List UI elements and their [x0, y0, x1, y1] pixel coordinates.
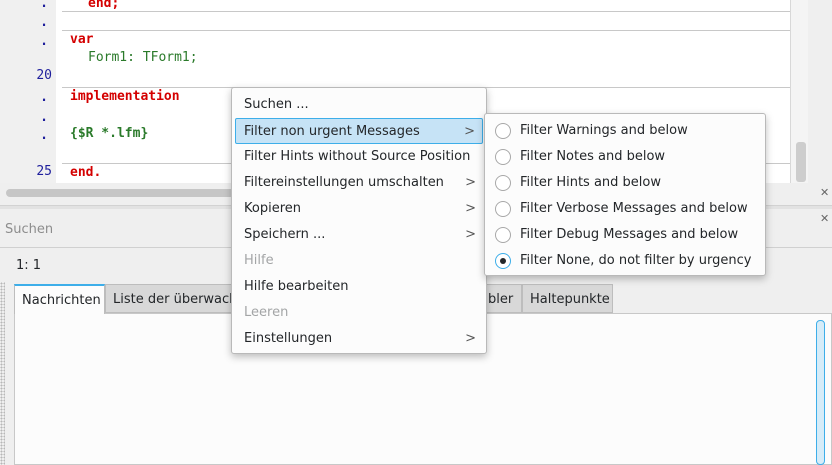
submenu-item-filter-warnings[interactable]: Filter Warnings and below — [485, 118, 765, 144]
code-text: : TForm1; — [127, 50, 198, 65]
menu-item-clear: Leeren — [232, 300, 486, 326]
submenu-item-filter-hints[interactable]: Filter Hints and below — [485, 170, 765, 196]
chevron-right-icon: > — [465, 201, 476, 216]
code-line: implementation — [70, 89, 180, 104]
code-line: {$R *.lfm} — [70, 126, 149, 141]
submenu-item-label: Filter Verbose Messages and below — [520, 201, 748, 216]
menu-item-filter-non-urgent[interactable]: Filter non urgent Messages > — [235, 118, 483, 144]
submenu-item-filter-notes[interactable]: Filter Notes and below — [485, 144, 765, 170]
code-line: Form1: TForm1; — [88, 48, 198, 67]
chevron-right-icon: > — [464, 124, 475, 139]
radio-button[interactable] — [495, 149, 511, 165]
submenu-item-label: Filter Notes and below — [520, 149, 666, 164]
editor-vertical-scroll-thumb[interactable] — [796, 142, 806, 182]
radio-button-checked[interactable] — [495, 253, 511, 269]
tab-breakpoints[interactable]: Haltepunkte — [522, 284, 613, 313]
code-line: var — [70, 32, 94, 47]
gutter-mark: . — [40, 0, 48, 11]
messages-scrollbar[interactable] — [816, 320, 825, 465]
chevron-right-icon: > — [465, 331, 476, 346]
gutter-line-number: 25 — [36, 164, 52, 179]
submenu-item-label: Filter Debug Messages and below — [520, 227, 739, 242]
menu-item-label: Kopieren — [244, 201, 301, 216]
cursor-position: 1: 1 — [16, 258, 42, 273]
submenu-item-label: Filter Warnings and below — [520, 123, 688, 138]
chevron-right-icon: > — [465, 227, 476, 242]
close-icon[interactable]: ✕ — [820, 186, 829, 199]
gutter-mark: . — [40, 128, 48, 143]
menu-item-label: Einstellungen — [244, 331, 333, 346]
menu-item-filter-hints[interactable]: Filter Hints without Source Position — [232, 144, 486, 170]
filter-submenu: Filter Warnings and below Filter Notes a… — [484, 113, 766, 276]
radio-button[interactable] — [495, 175, 511, 191]
menu-item-search[interactable]: Suchen ... — [232, 92, 486, 118]
gutter-mark: . — [40, 34, 48, 49]
submenu-item-filter-none[interactable]: Filter None, do not filter by urgency — [485, 248, 765, 274]
panel-grip-handle[interactable] — [0, 282, 5, 465]
menu-item-settings[interactable]: Einstellungen > — [232, 326, 486, 352]
gutter-line-number: 20 — [36, 68, 52, 83]
submenu-item-label: Filter None, do not filter by urgency — [520, 253, 752, 268]
radio-button[interactable] — [495, 123, 511, 139]
gutter-mark: . — [40, 90, 48, 105]
menu-item-label: Suchen ... — [244, 97, 309, 112]
menu-item-label: Filter Hints without Source Position — [244, 149, 471, 164]
tab-messages[interactable]: Nachrichten — [14, 284, 105, 314]
radio-button[interactable] — [495, 227, 511, 243]
chevron-right-icon: > — [465, 175, 476, 190]
menu-item-label: Filtereinstellungen umschalten — [244, 175, 444, 190]
menu-item-help: Hilfe — [232, 248, 486, 274]
tab-watch-list[interactable]: Liste der überwacht — [105, 284, 245, 313]
menu-item-save[interactable]: Speichern ... > — [232, 222, 486, 248]
menu-item-copy[interactable]: Kopieren > — [232, 196, 486, 222]
menu-item-label: Filter non urgent Messages — [244, 124, 420, 139]
context-menu: Suchen ... Filter non urgent Messages > F… — [231, 87, 487, 354]
line-separator — [62, 30, 790, 31]
submenu-item-filter-verbose[interactable]: Filter Verbose Messages and below — [485, 196, 765, 222]
close-icon[interactable]: ✕ — [820, 212, 829, 225]
menu-item-edit-help[interactable]: Hilfe bearbeiten — [232, 274, 486, 300]
menu-item-label: Leeren — [244, 305, 289, 320]
identifier: Form1 — [88, 50, 128, 65]
line-number-gutter: . . . 20 . . . 25 — [0, 0, 56, 183]
line-separator — [62, 11, 790, 12]
submenu-item-filter-debug[interactable]: Filter Debug Messages and below — [485, 222, 765, 248]
editor-horizontal-scroll-thumb[interactable] — [6, 189, 236, 197]
submenu-item-label: Filter Hints and below — [520, 175, 661, 190]
gutter-mark: . — [40, 15, 48, 30]
radio-button[interactable] — [495, 201, 511, 217]
menu-item-label: Hilfe bearbeiten — [244, 279, 349, 294]
code-line: end. — [70, 165, 102, 180]
gutter-mark: . — [40, 110, 48, 125]
menu-item-toggle-filters[interactable]: Filtereinstellungen umschalten > — [232, 170, 486, 196]
menu-item-label: Hilfe — [244, 253, 274, 268]
menu-item-label: Speichern ... — [244, 227, 326, 242]
